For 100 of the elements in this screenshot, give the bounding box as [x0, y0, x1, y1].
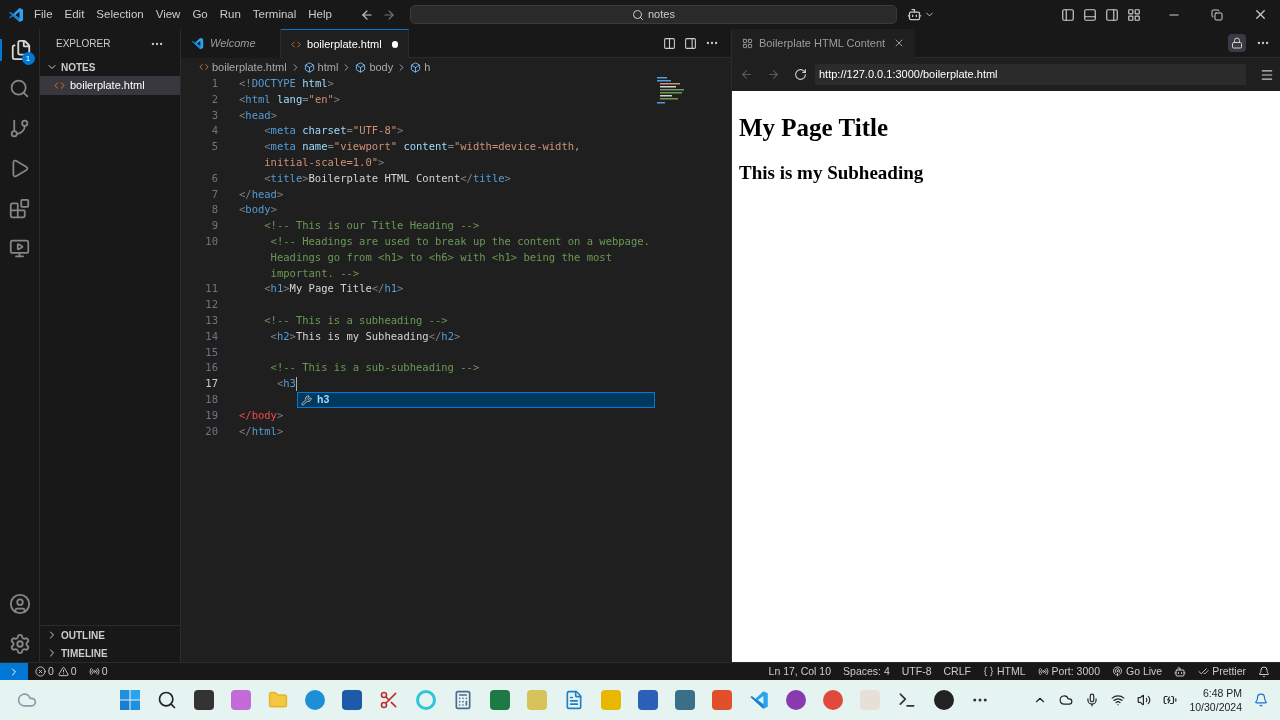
- reload-icon[interactable]: [794, 68, 807, 81]
- account-icon[interactable]: [8, 593, 31, 615]
- branch-icon[interactable]: [9, 118, 30, 139]
- menu-item[interactable]: Edit: [58, 5, 91, 24]
- app-logo-icon[interactable]: [749, 690, 769, 710]
- panel-bottom-icon[interactable]: [1083, 7, 1097, 22]
- battery-icon[interactable]: [1163, 693, 1178, 707]
- forward-icon[interactable]: [381, 7, 396, 22]
- breadcrumb-item[interactable]: h: [410, 58, 431, 76]
- suggestion-item[interactable]: h3: [297, 392, 655, 409]
- clock-date[interactable]: 10/30/2024: [1189, 700, 1242, 714]
- status-item[interactable]: Port: 3000: [1037, 663, 1100, 680]
- menu-icon[interactable]: [1260, 67, 1274, 82]
- antenna-icon: [88, 666, 100, 677]
- problems-status[interactable]: 0 0: [35, 663, 77, 680]
- menu-item[interactable]: Selection: [90, 5, 150, 24]
- preview-tab[interactable]: Boilerplate HTML Content: [732, 28, 916, 58]
- wifi-icon[interactable]: [1111, 693, 1126, 707]
- open-preview-icon[interactable]: [663, 36, 676, 50]
- forward-icon[interactable]: [767, 68, 780, 81]
- menu-item[interactable]: File: [28, 5, 59, 24]
- extensions-icon[interactable]: [9, 198, 30, 219]
- tree-item[interactable]: boilerplate.html: [40, 76, 180, 95]
- robot-icon[interactable]: [906, 7, 922, 22]
- editor-tab[interactable]: Welcome: [181, 29, 281, 58]
- page-heading: My Page Title: [739, 113, 890, 143]
- calculator-icon[interactable]: [453, 690, 473, 710]
- braces-icon: [982, 666, 994, 677]
- split-editor-icon[interactable]: [684, 36, 697, 50]
- cube-icon: [303, 61, 315, 73]
- breadcrumb-item[interactable]: boilerplate.html: [199, 58, 287, 76]
- line-number: 14: [204, 328, 218, 344]
- code-line: <meta charset="UTF-8">: [263, 123, 404, 139]
- code-line: <title>Boilerplate HTML Content</title>: [263, 170, 511, 186]
- files-icon[interactable]: [9, 39, 32, 61]
- folder-header[interactable]: NOTES: [46, 59, 96, 75]
- sidebar-title: EXPLORER: [56, 37, 111, 51]
- back-icon[interactable]: [359, 7, 374, 22]
- wrench-icon: [301, 394, 312, 406]
- panel-left-icon[interactable]: [1061, 7, 1075, 22]
- settings-icon[interactable]: [8, 633, 31, 655]
- app-logo-icon: [191, 37, 204, 50]
- menu-item[interactable]: View: [149, 5, 187, 24]
- menu-item[interactable]: Go: [186, 5, 214, 24]
- code-line: <!-- This is a subheading -->: [263, 312, 448, 328]
- ports-status[interactable]: 0: [88, 663, 108, 680]
- layout-icon[interactable]: [1127, 7, 1141, 22]
- remote-button[interactable]: [0, 662, 28, 681]
- clock-time[interactable]: 6:48 PM: [1202, 686, 1242, 700]
- line-number: 17: [204, 376, 218, 392]
- menu-item[interactable]: Run: [213, 5, 247, 24]
- line-number: 16: [204, 360, 218, 376]
- code-icon: [199, 62, 209, 72]
- status-item[interactable]: Prettier: [1198, 663, 1246, 680]
- line-number: 20: [204, 423, 218, 439]
- section-header[interactable]: TIMELINE: [46, 645, 108, 661]
- line-number: 19: [204, 407, 218, 423]
- lock-icon: [1231, 37, 1243, 49]
- url-field[interactable]: http://127.0.0.1:3000/boilerplate.html: [815, 64, 1246, 85]
- robot-icon[interactable]: [1174, 665, 1187, 678]
- close-icon[interactable]: [1253, 7, 1268, 22]
- panel-right-icon[interactable]: [1105, 7, 1119, 22]
- status-item[interactable]: CRLF: [943, 663, 971, 680]
- line-number: 1: [210, 76, 218, 91]
- line-number: 5: [210, 139, 218, 155]
- status-item[interactable]: Go Live: [1111, 663, 1163, 680]
- code-line: <meta name="viewport" content="width=device-width,: [263, 139, 581, 155]
- scissors-icon[interactable]: [379, 690, 399, 710]
- page-subheading: This is my Subheading: [739, 160, 925, 185]
- section-header[interactable]: OUTLINE: [46, 627, 105, 643]
- speaker-icon[interactable]: [1137, 693, 1152, 707]
- cloud-icon[interactable]: [1059, 693, 1074, 707]
- menu-item[interactable]: Help: [302, 5, 338, 24]
- error-icon: [35, 666, 46, 677]
- code-line: <!-- This is a sub-subheading -->: [269, 360, 480, 376]
- bell-icon[interactable]: [1258, 665, 1270, 678]
- status-item[interactable]: UTF-8: [901, 663, 932, 680]
- code-line: <html lang="en">: [239, 91, 341, 107]
- lock-button[interactable]: [1228, 34, 1246, 52]
- app-logo-icon: [8, 6, 24, 23]
- command-center-field[interactable]: notes: [409, 5, 897, 24]
- restore-icon[interactable]: [1211, 8, 1223, 21]
- breadcrumb-item[interactable]: html: [303, 58, 339, 76]
- menu-item[interactable]: Terminal: [246, 5, 303, 24]
- code-line: initial-scale=1.0">: [263, 155, 385, 170]
- status-item[interactable]: Ln 17, Col 10: [768, 663, 832, 680]
- microphone-icon[interactable]: [1085, 693, 1100, 707]
- minimap[interactable]: [657, 76, 687, 106]
- breadcrumb-item[interactable]: body: [355, 58, 394, 76]
- search-icon[interactable]: [157, 690, 177, 710]
- status-item[interactable]: Spaces: 4: [843, 663, 890, 680]
- remote-explorer-icon[interactable]: [9, 238, 30, 259]
- notepad-icon[interactable]: [564, 690, 584, 710]
- weather-icon[interactable]: [17, 690, 37, 710]
- terminal-icon[interactable]: [897, 690, 917, 710]
- notification-badge: 1: [21, 52, 35, 65]
- text-cursor: [295, 377, 297, 392]
- status-item[interactable]: HTML: [982, 663, 1026, 680]
- line-number: 8: [210, 202, 218, 218]
- editor-tab[interactable]: boilerplate.html: [281, 29, 409, 58]
